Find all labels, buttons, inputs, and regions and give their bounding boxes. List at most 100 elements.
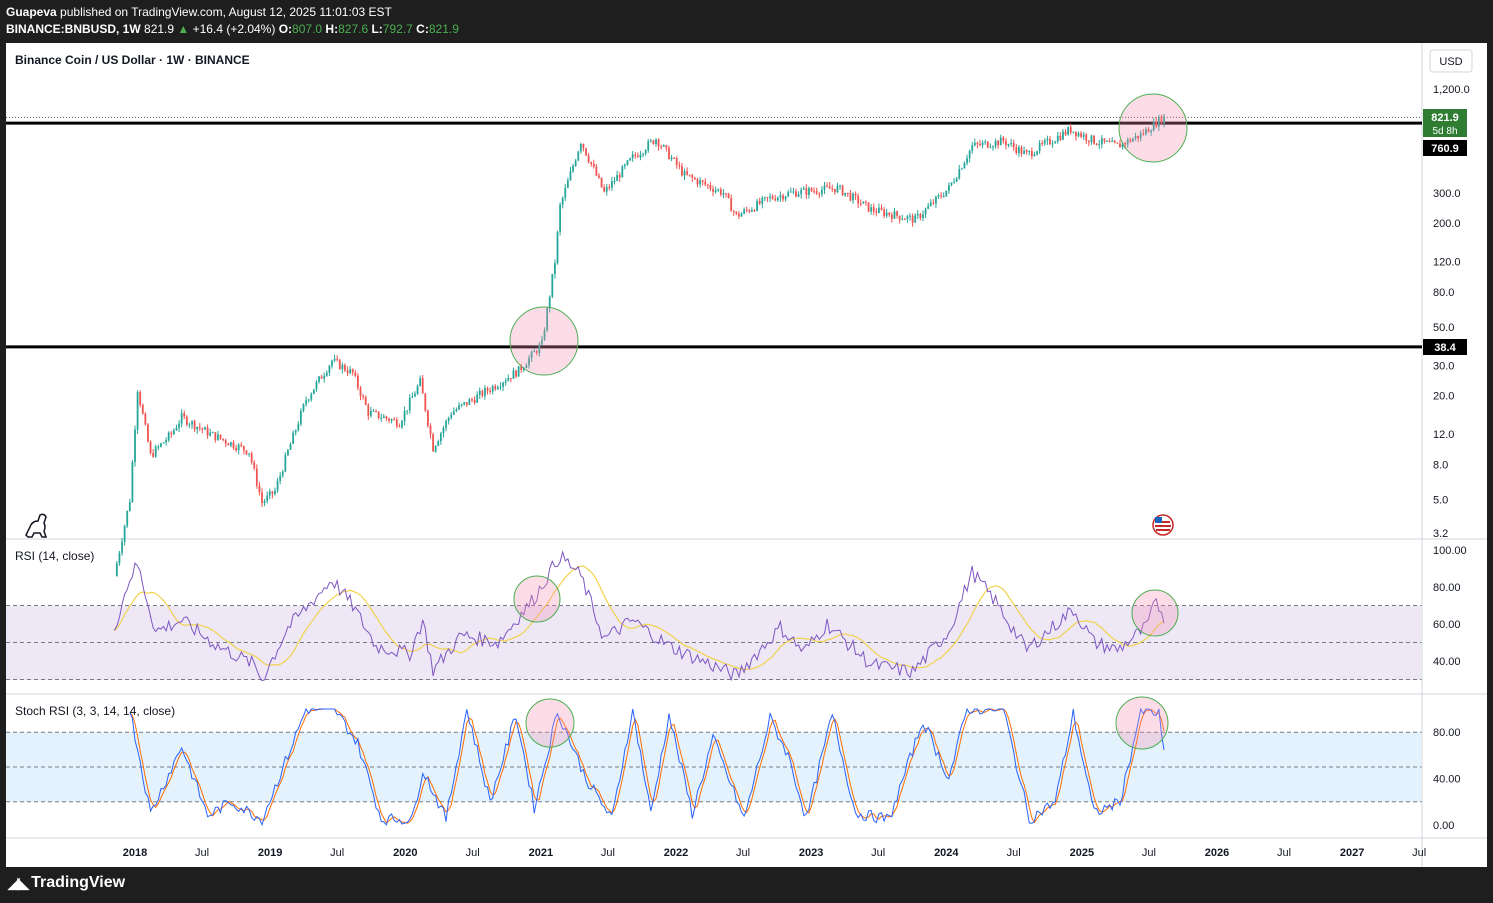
candle-body <box>792 191 795 193</box>
candle-body <box>382 416 385 418</box>
candle-body <box>134 429 136 463</box>
candle-body <box>919 214 922 218</box>
candle-body <box>123 525 126 542</box>
tradingview-logo-icon: ◢◣ <box>8 875 29 892</box>
candle-body <box>312 389 315 395</box>
candle-body <box>911 215 914 223</box>
time-tick-18: 2027 <box>1340 847 1364 859</box>
candle-body <box>1093 135 1095 144</box>
candle-body <box>1020 147 1023 154</box>
candle-body <box>942 196 945 198</box>
candle-body <box>512 370 515 379</box>
candle-body <box>719 189 722 195</box>
candle-body <box>740 213 743 217</box>
candle-body <box>118 552 121 564</box>
candle-body <box>548 296 551 309</box>
candle-body <box>592 163 595 167</box>
candle-body <box>709 185 712 189</box>
dino-icon[interactable] <box>25 513 48 538</box>
candle-body <box>997 140 1000 146</box>
candle-body <box>994 140 997 147</box>
bar-countdown: 5d 8h <box>1432 126 1457 137</box>
candle-body <box>211 432 214 434</box>
candle-body <box>932 202 935 204</box>
candle-body <box>115 563 118 577</box>
price-tick-8: 12.0 <box>1433 429 1454 441</box>
candle-body <box>1054 141 1057 144</box>
candle-body <box>1062 131 1064 140</box>
candle-body <box>901 218 904 220</box>
time-tick-1: Jul <box>195 847 209 859</box>
candle-body <box>745 209 748 211</box>
highlight-circle-rsi-2021[interactable] <box>513 575 561 623</box>
publish-date: published on TradingView.com, August 12,… <box>60 5 392 19</box>
candle-body <box>1075 131 1077 137</box>
candle-body <box>805 188 808 195</box>
time-tick-12: 2024 <box>934 847 959 859</box>
footer-brand[interactable]: ◢◣ TradingView <box>8 874 125 892</box>
highlight-circle-rsi-2025[interactable] <box>1131 589 1179 637</box>
author-name[interactable]: Guapeva <box>6 5 57 19</box>
candle-body <box>600 177 603 188</box>
chart-canvas[interactable]: Binance Coin / US Dollar · 1W · BINANCE … <box>6 43 1487 867</box>
candle-body <box>1038 142 1041 152</box>
highlight-circle-stoch-2025[interactable] <box>1115 696 1169 750</box>
candle-body <box>362 396 365 398</box>
candle-body <box>170 432 173 435</box>
candle-body <box>1033 154 1036 157</box>
candle-body <box>725 193 727 195</box>
candle-body <box>678 165 681 167</box>
candle-body <box>554 263 556 275</box>
candle-body <box>193 421 196 430</box>
candle-body <box>963 162 966 169</box>
candle-body <box>1090 135 1093 143</box>
candle-body <box>198 426 201 429</box>
candle-body <box>494 386 497 390</box>
candle-body <box>344 364 346 371</box>
candle-body <box>268 491 271 496</box>
highlight-circle-stoch-2021[interactable] <box>525 698 575 748</box>
candle-body <box>393 419 396 421</box>
open-label: O: <box>278 22 293 36</box>
candle-body <box>204 427 206 430</box>
candle-body <box>701 180 704 182</box>
highlight-circle-price-breakout[interactable] <box>509 306 579 376</box>
time-axis[interactable]: 2018 Jul 2019 Jul 2020 Jul 2021 Jul 2022 Jul 2023 J… <box>123 847 1426 859</box>
candle-body <box>888 212 891 215</box>
candle-body <box>587 155 590 162</box>
time-tick-6: 2021 <box>529 847 553 859</box>
price-tick-7: 20.0 <box>1433 391 1454 403</box>
price-tick-11: 3.2 <box>1433 528 1448 540</box>
highlight-circle-price-top[interactable] <box>1118 93 1188 163</box>
candle-body <box>219 434 222 439</box>
candle-body <box>688 174 691 176</box>
us-flag-icon[interactable] <box>1152 514 1174 536</box>
price-change: +16.4 (+2.04%) <box>192 22 276 36</box>
rsi-title: RSI (14, close) <box>15 549 94 563</box>
candle-body <box>1069 127 1072 133</box>
candle-body <box>416 385 419 394</box>
candle-body <box>795 191 797 197</box>
rsi-tick-3: 40.00 <box>1433 656 1461 668</box>
candle-body <box>1015 147 1018 153</box>
candle-body <box>836 185 839 193</box>
candle-body <box>1072 131 1075 133</box>
candle-body <box>999 137 1002 146</box>
candle-body <box>924 208 927 215</box>
candle-body <box>139 392 142 405</box>
candle-body <box>1098 144 1101 146</box>
candle-body <box>883 209 886 216</box>
candle-body <box>439 433 442 442</box>
open-value: 807.0 <box>292 22 323 36</box>
candle-body <box>815 191 818 194</box>
candle-body <box>574 160 577 166</box>
candle-body <box>245 450 248 455</box>
candle-body <box>699 180 701 185</box>
candle-body <box>429 425 432 435</box>
candle-body <box>865 201 867 203</box>
candle-body <box>735 211 738 214</box>
candle-body <box>175 428 178 431</box>
candle-body <box>852 193 854 201</box>
candle-body <box>476 394 479 403</box>
candle-body <box>966 158 968 163</box>
